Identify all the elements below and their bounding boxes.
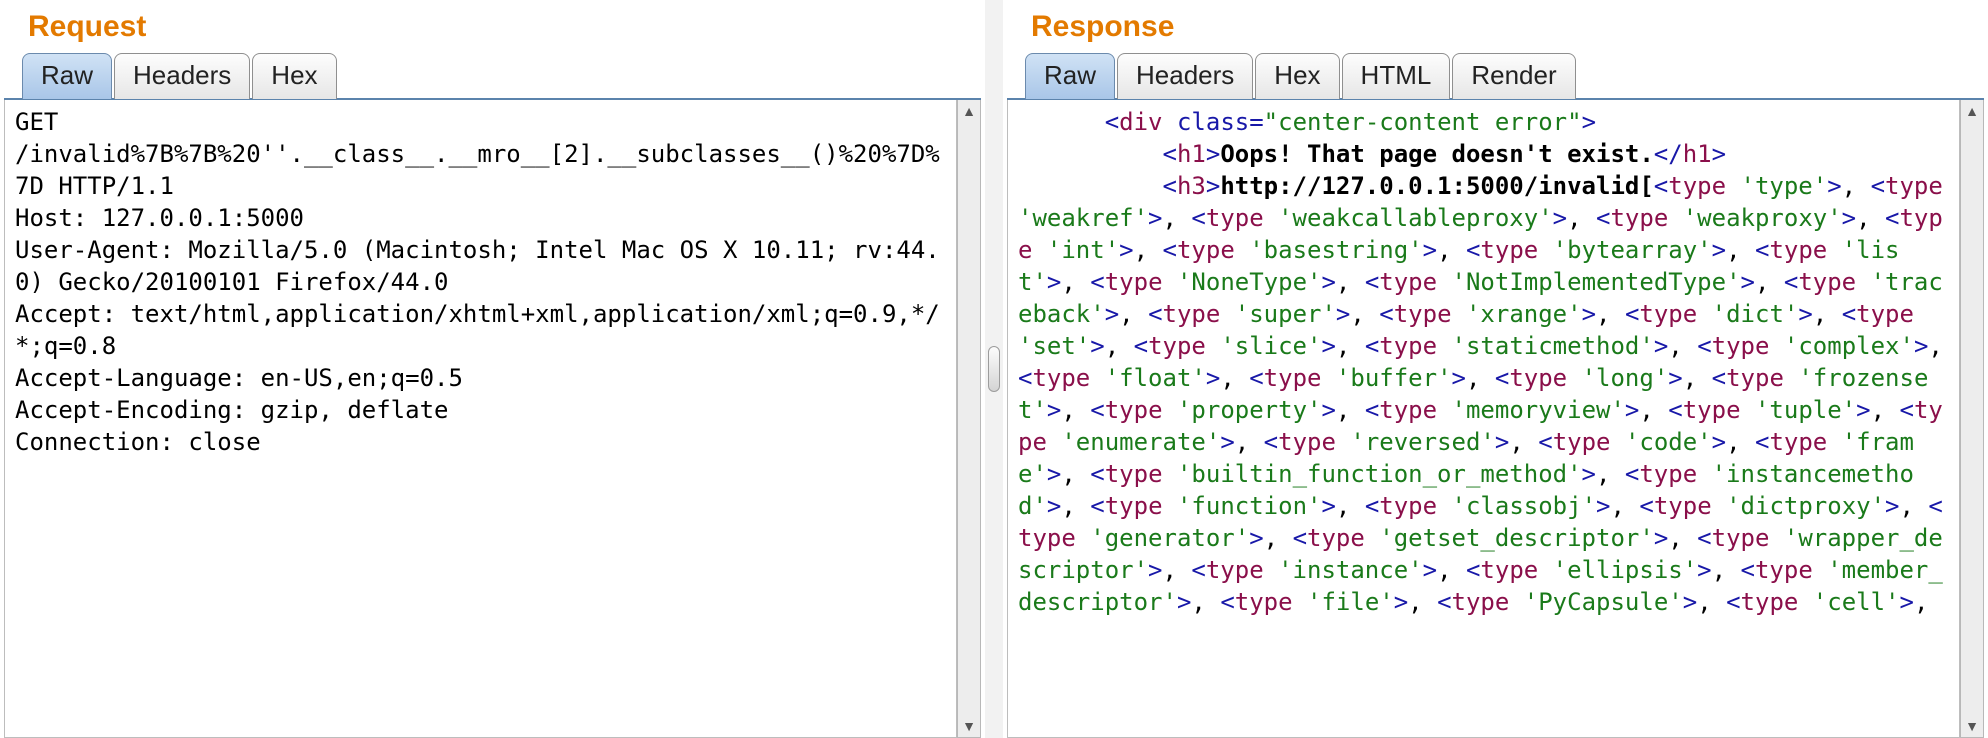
tab-response-html[interactable]: HTML [1342, 53, 1451, 99]
scroll-up-icon[interactable]: ▲ [959, 100, 979, 122]
request-title: Request [28, 10, 981, 44]
scroll-down-icon[interactable]: ▼ [1962, 715, 1982, 737]
tab-request-headers[interactable]: Headers [114, 53, 250, 99]
split-handle[interactable] [985, 0, 1003, 738]
tab-response-raw[interactable]: Raw [1025, 53, 1115, 99]
scroll-down-icon[interactable]: ▼ [959, 715, 979, 737]
response-title: Response [1031, 10, 1984, 44]
request-panel: Request Raw Headers Hex GET /invalid%7B%… [0, 0, 985, 738]
drag-handle-icon [988, 346, 1000, 392]
scroll-up-icon[interactable]: ▲ [1962, 100, 1982, 122]
request-body[interactable]: GET /invalid%7B%7B%20''.__class__.__mro_… [4, 100, 957, 738]
tab-response-hex[interactable]: Hex [1255, 53, 1339, 99]
tab-request-raw[interactable]: Raw [22, 53, 112, 99]
tab-request-hex[interactable]: Hex [252, 53, 336, 99]
response-body[interactable]: <div class="center-content error"> <h1>O… [1007, 100, 1960, 738]
tab-response-headers[interactable]: Headers [1117, 53, 1253, 99]
request-tabs: Raw Headers Hex [4, 50, 981, 98]
response-panel: Response Raw Headers Hex HTML Render <di… [1003, 0, 1988, 738]
tab-response-render[interactable]: Render [1452, 53, 1575, 99]
response-tabs: Raw Headers Hex HTML Render [1007, 50, 1984, 98]
response-scrollbar[interactable]: ▲ ▼ [1960, 100, 1984, 738]
request-scrollbar[interactable]: ▲ ▼ [957, 100, 981, 738]
